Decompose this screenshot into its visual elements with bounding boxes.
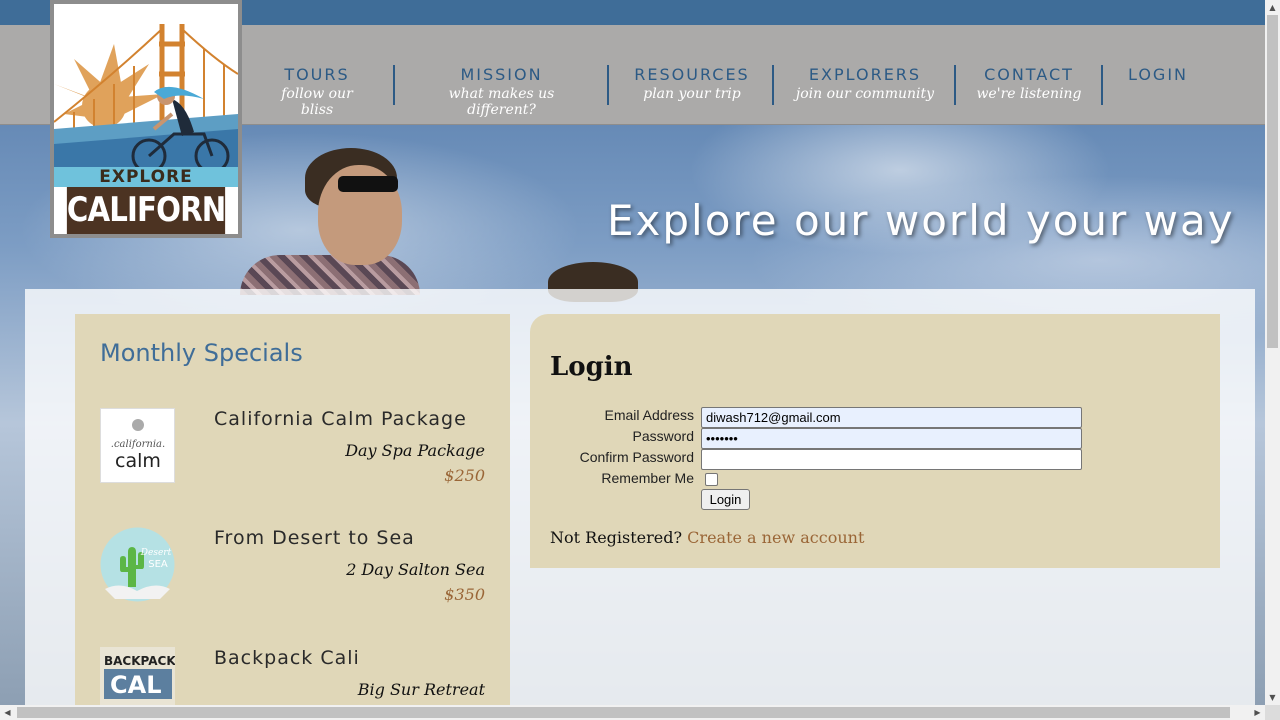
nav-divider xyxy=(954,65,956,105)
svg-text:calm: calm xyxy=(115,450,161,472)
confirm-password-label: Confirm Password xyxy=(579,449,694,465)
nav-login-title: LOGIN xyxy=(1127,65,1189,84)
nav-resources-title: RESOURCES xyxy=(634,65,750,84)
email-field[interactable] xyxy=(701,407,1082,428)
svg-text:BACKPACK: BACKPACK xyxy=(104,654,175,668)
special-name[interactable]: California Calm Package xyxy=(214,408,467,430)
california-calm-thumbnail[interactable]: .california. calm xyxy=(100,408,175,483)
nav-mission-sub: what makes us different? xyxy=(448,86,555,118)
special-item[interactable]: Desert SEA From Desert to Sea 2 Day Salt… xyxy=(100,527,485,627)
nav-divider xyxy=(1101,65,1103,105)
create-account-link[interactable]: Create a new account xyxy=(687,528,864,547)
svg-text:CAL: CAL xyxy=(110,671,161,699)
backpack-cali-thumbnail[interactable]: BACKPACK CAL xyxy=(100,647,176,705)
nav-contact[interactable]: CONTACT we're listening xyxy=(975,65,1083,102)
special-item[interactable]: BACKPACK CAL Backpack Cali Big Sur Retre… xyxy=(100,647,485,705)
nav-login[interactable]: LOGIN xyxy=(1122,65,1194,84)
nav-divider xyxy=(772,65,774,105)
desert-to-sea-logo-icon: Desert SEA xyxy=(100,527,175,602)
scroll-left-arrow-icon[interactable]: ◀ xyxy=(0,705,15,720)
special-price: $350 xyxy=(444,585,485,604)
vertical-scroll-thumb[interactable] xyxy=(1267,15,1278,348)
hero-tagline: Explore our world your way xyxy=(607,196,1235,245)
logo-california-text: CALIFORNIA xyxy=(66,187,238,234)
vertical-scrollbar[interactable]: ▲ ▼ xyxy=(1265,0,1280,705)
scroll-up-arrow-icon[interactable]: ▲ xyxy=(1265,0,1280,15)
golden-gate-cyclist-icon xyxy=(54,4,238,169)
nav-explorers-sub: join our community xyxy=(795,86,935,102)
nav-divider xyxy=(393,65,395,105)
register-prompt: Not Registered? Create a new account xyxy=(550,528,864,547)
confirm-password-field[interactable] xyxy=(701,449,1082,470)
password-field[interactable] xyxy=(701,428,1082,449)
nav-explorers[interactable]: EXPLORERS join our community xyxy=(794,65,936,102)
special-package: 2 Day Salton Sea xyxy=(346,560,485,579)
login-heading: Login xyxy=(550,352,633,382)
nav-tours[interactable]: TOURS follow our bliss xyxy=(264,65,370,118)
sunglasses xyxy=(338,176,398,192)
california-calm-logo-icon: .california. calm xyxy=(111,419,165,472)
nav-resources[interactable]: RESOURCES plan your trip xyxy=(630,65,754,102)
login-button[interactable]: Login xyxy=(701,489,750,510)
svg-text:Desert: Desert xyxy=(140,548,172,558)
svg-text:SEA: SEA xyxy=(148,559,168,570)
nav-divider xyxy=(607,65,609,105)
remember-me-label: Remember Me xyxy=(601,470,694,486)
special-name[interactable]: From Desert to Sea xyxy=(214,527,415,549)
special-name[interactable]: Backpack Cali xyxy=(214,647,360,669)
logo-explore-text: EXPLORE xyxy=(54,167,238,187)
nav-contact-title: CONTACT xyxy=(984,65,1074,84)
login-panel: Login Email Address Password Confirm Pas… xyxy=(530,314,1220,568)
password-label: Password xyxy=(632,428,694,444)
monthly-specials-panel: Monthly Specials .california. calm Calif… xyxy=(75,314,510,705)
nav-tours-sub: follow our bliss xyxy=(281,86,353,118)
scroll-down-arrow-icon[interactable]: ▼ xyxy=(1265,690,1280,705)
desert-to-sea-thumbnail[interactable]: Desert SEA xyxy=(100,527,175,602)
horizontal-scrollbar[interactable]: ◀ ▶ xyxy=(0,705,1265,720)
svg-text:.california.: .california. xyxy=(111,439,165,450)
monthly-specials-heading: Monthly Specials xyxy=(100,339,303,367)
nav-contact-sub: we're listening xyxy=(976,86,1082,102)
nav-mission-title: MISSION xyxy=(460,65,543,84)
nav-tours-title: TOURS xyxy=(284,65,350,84)
nav-mission[interactable]: MISSION what makes us different? xyxy=(414,65,589,118)
email-label: Email Address xyxy=(604,407,694,423)
nav-explorers-title: EXPLORERS xyxy=(808,65,922,84)
special-package: Day Spa Package xyxy=(345,441,485,460)
explore-california-logo[interactable]: EXPLORE CALIFORNIA xyxy=(50,0,242,238)
remember-me-checkbox[interactable] xyxy=(705,473,718,486)
not-registered-text: Not Registered? xyxy=(550,528,683,547)
horizontal-scroll-thumb[interactable] xyxy=(17,707,1230,718)
special-package: Big Sur Retreat xyxy=(357,680,485,699)
nav-resources-sub: plan your trip xyxy=(643,86,741,102)
special-item[interactable]: .california. calm California Calm Packag… xyxy=(100,408,485,508)
backpack-cali-logo-icon: BACKPACK CAL xyxy=(100,647,176,705)
special-price: $250 xyxy=(444,466,485,485)
scroll-right-arrow-icon[interactable]: ▶ xyxy=(1250,705,1265,720)
scrollbar-corner xyxy=(1265,705,1280,720)
